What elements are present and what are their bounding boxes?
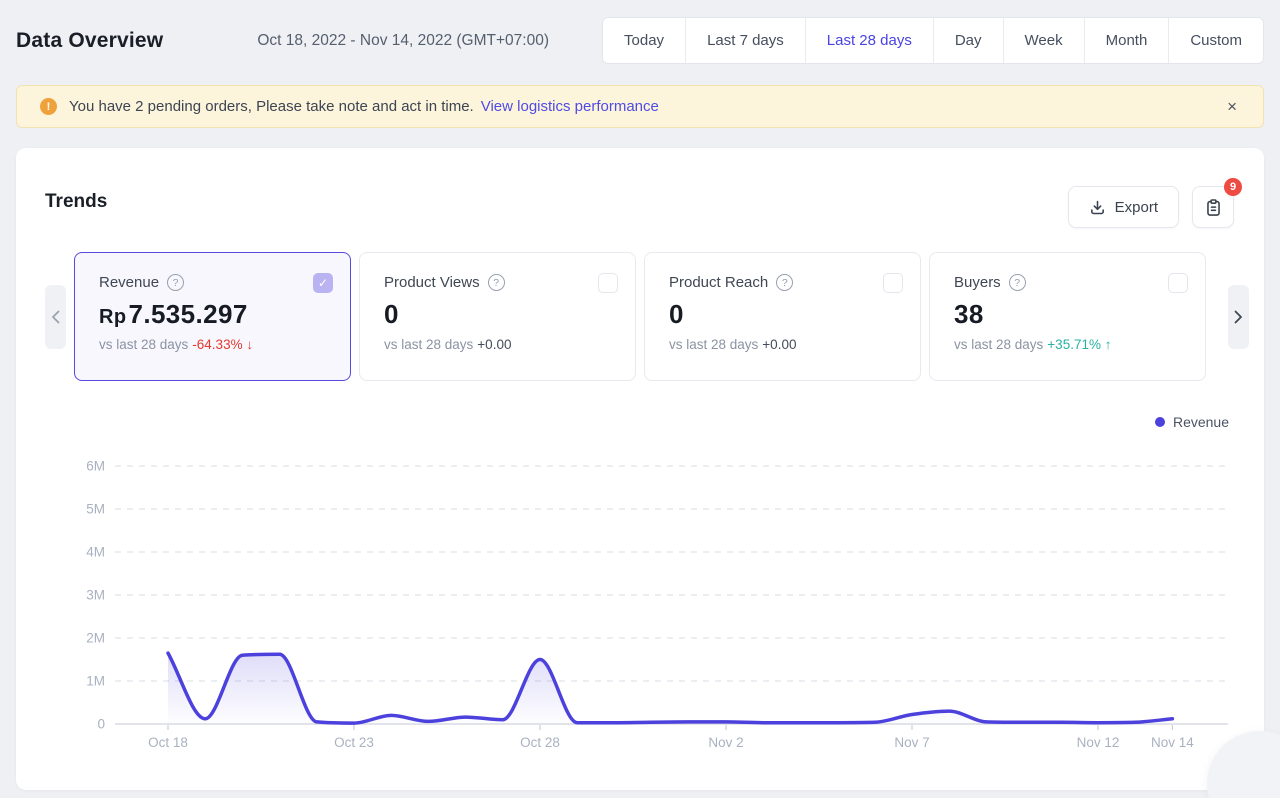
metric-checkbox-product-reach[interactable] [883,273,903,293]
metric-value: 0 [669,299,902,330]
metric-cards-row: Revenue? ✓ Rp7.535.297 vs last 28 days-64.3… [74,252,1206,381]
svg-text:Nov 2: Nov 2 [708,735,743,750]
metric-comparison: vs last 28 days-64.33% ↓ [99,337,332,352]
svg-text:6M: 6M [86,459,105,474]
export-button[interactable]: Export [1068,186,1179,228]
help-icon[interactable]: ? [488,274,505,291]
metric-title: Product Reach [669,274,768,291]
svg-text:1M: 1M [86,674,105,689]
help-icon[interactable]: ? [167,274,184,291]
export-label: Export [1115,199,1158,216]
svg-text:4M: 4M [86,545,105,560]
arrow-down-icon: ↓ [243,337,254,352]
logistics-performance-link[interactable]: View logistics performance [481,98,659,115]
metric-cards-carousel: Revenue? ✓ Rp7.535.297 vs last 28 days-64.3… [16,252,1264,381]
chart-legend: Revenue [16,414,1229,430]
trends-header: Trends Export 9 [16,148,1264,228]
tab-last-28-days[interactable]: Last 28 days [805,18,933,63]
metric-comparison: vs last 28 days+0.00 [384,337,617,352]
svg-text:5M: 5M [86,502,105,517]
trends-title: Trends [45,191,107,213]
svg-text:Oct 18: Oct 18 [148,735,188,750]
tab-week[interactable]: Week [1003,18,1084,63]
svg-text:Nov 14: Nov 14 [1151,735,1194,750]
metric-card-buyers[interactable]: Buyers? 38 vs last 28 days+35.71% ↑ [929,252,1206,381]
help-icon[interactable]: ? [776,274,793,291]
metric-card-revenue[interactable]: Revenue? ✓ Rp7.535.297 vs last 28 days-64.3… [74,252,351,381]
metric-title: Revenue [99,274,159,291]
revenue-legend-label: Revenue [1173,414,1229,430]
metric-checkbox-buyers[interactable] [1168,273,1188,293]
svg-text:Nov 12: Nov 12 [1077,735,1120,750]
download-icon [1089,199,1106,216]
arrow-up-icon: ↑ [1101,337,1112,352]
top-bar: Data Overview Oct 18, 2022 - Nov 14, 202… [0,0,1280,63]
metric-value: 38 [954,299,1187,330]
metric-comparison: vs last 28 days+0.00 [669,337,902,352]
metric-comparison: vs last 28 days+35.71% ↑ [954,337,1187,352]
revenue-area-fill [168,653,1172,724]
tab-day[interactable]: Day [933,18,1003,63]
metric-title: Buyers [954,274,1001,291]
carousel-next-button[interactable] [1228,285,1249,349]
revenue-legend-dot [1155,417,1165,427]
carousel-prev-button[interactable] [45,285,66,349]
trends-panel: Trends Export 9 [16,148,1264,790]
clipboard-button[interactable]: 9 [1192,186,1234,228]
trends-actions: Export 9 [1068,186,1234,228]
pending-orders-banner: ! You have 2 pending orders, Please take… [16,85,1264,128]
svg-text:3M: 3M [86,588,105,603]
date-range-label: Oct 18, 2022 - Nov 14, 2022 (GMT+07:00) [257,32,549,50]
tab-today[interactable]: Today [603,18,685,63]
metric-title: Product Views [384,274,480,291]
metric-value: 0 [384,299,617,330]
tab-custom[interactable]: Custom [1168,18,1263,63]
revenue-trend-chart[interactable]: 0 1M 2M 3M 4M 5M 6M Oct 18 Oct 23 Oct 28 Nov 2 Nov … [16,452,1264,777]
tab-last-7-days[interactable]: Last 7 days [685,18,805,63]
svg-text:0: 0 [97,717,105,732]
clipboard-icon [1204,198,1223,217]
help-icon[interactable]: ? [1009,274,1026,291]
warning-icon: ! [40,98,57,115]
date-range-tabs: TodayLast 7 daysLast 28 daysDayWeekMonth… [602,17,1264,64]
revenue-line [168,653,1172,723]
banner-message: You have 2 pending orders, Please take n… [69,98,474,115]
svg-text:Oct 28: Oct 28 [520,735,560,750]
notification-badge: 9 [1224,178,1242,196]
metric-card-product-reach[interactable]: Product Reach? 0 vs last 28 days+0.00 [644,252,921,381]
svg-text:Oct 23: Oct 23 [334,735,374,750]
metric-card-product-views[interactable]: Product Views? 0 vs last 28 days+0.00 [359,252,636,381]
metric-checkbox-product-views[interactable] [598,273,618,293]
svg-text:2M: 2M [86,631,105,646]
metric-checkbox-revenue[interactable]: ✓ [313,273,333,293]
close-icon[interactable]: × [1221,93,1243,121]
page-title: Data Overview [16,29,163,53]
tab-month[interactable]: Month [1084,18,1169,63]
svg-text:Nov 7: Nov 7 [894,735,929,750]
metric-value: Rp7.535.297 [99,299,332,330]
